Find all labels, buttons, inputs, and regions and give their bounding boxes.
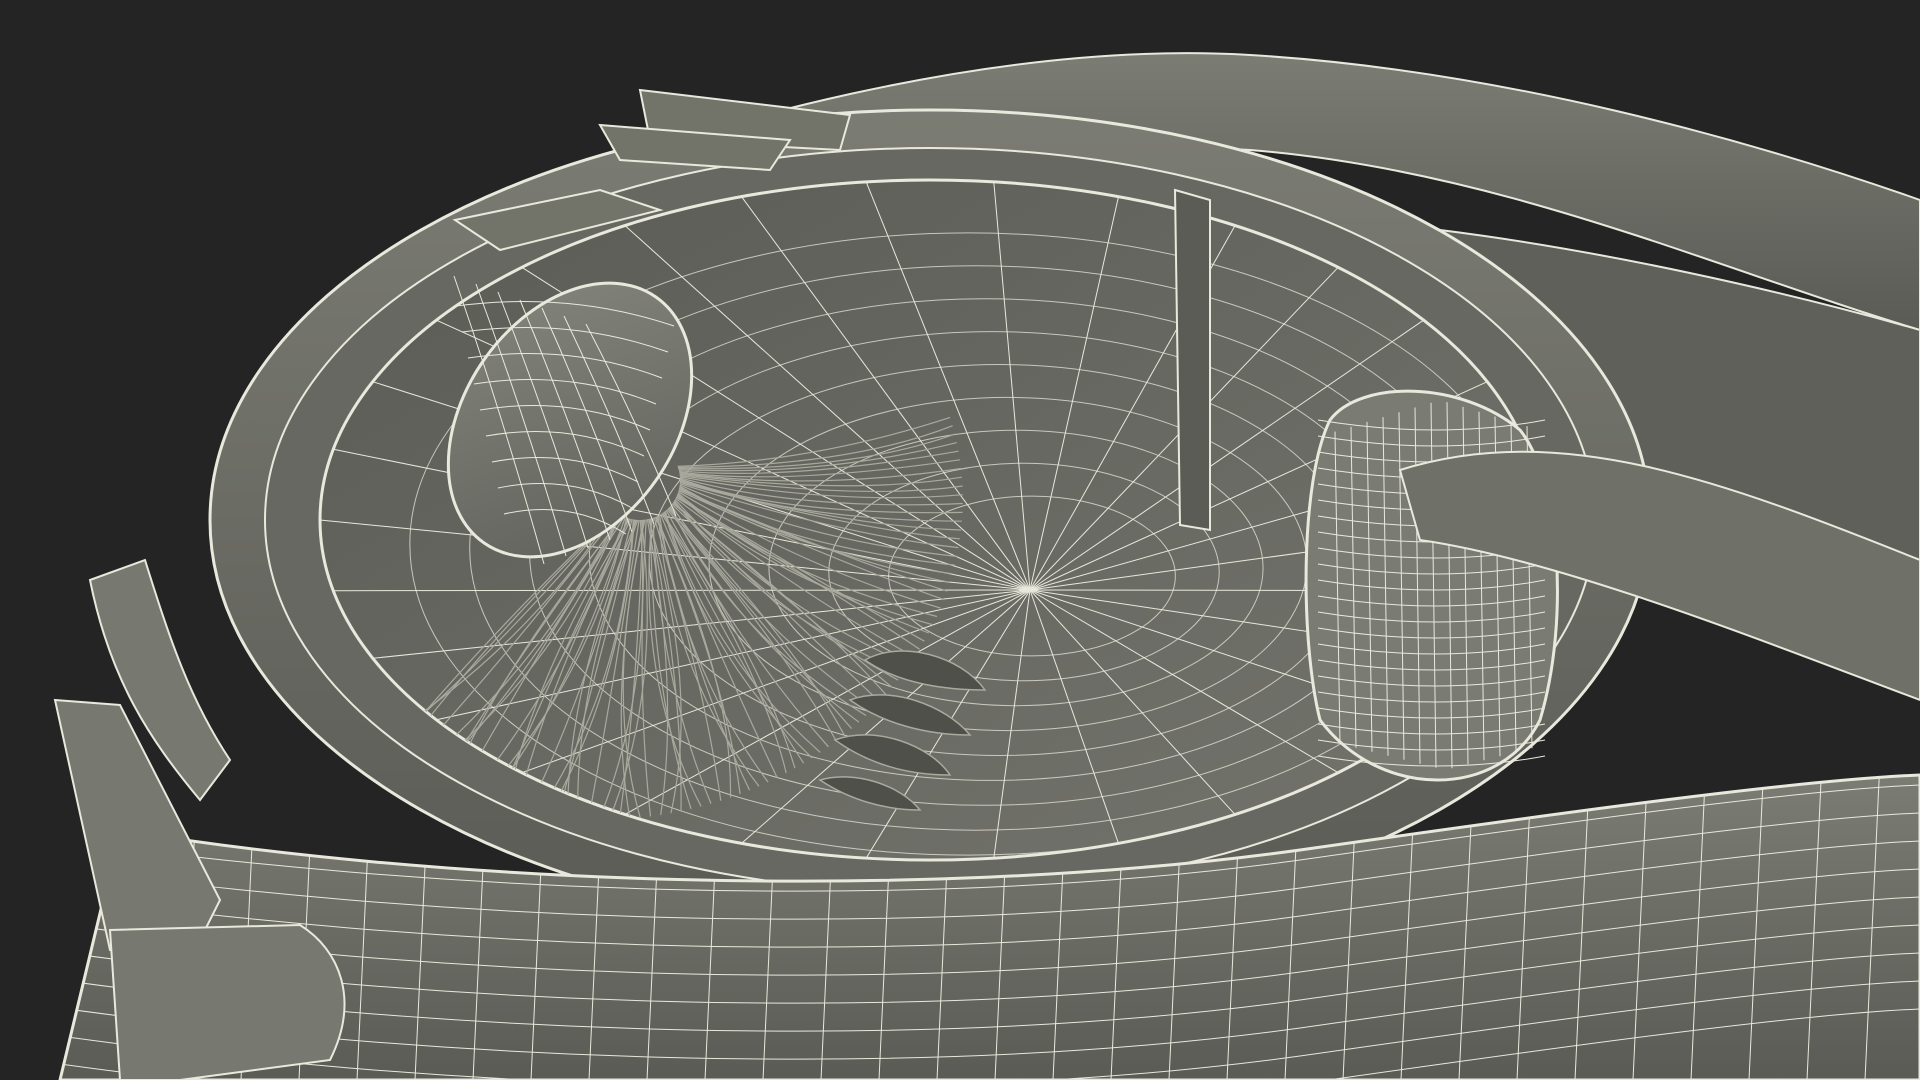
eye-model-render [0, 0, 1920, 1080]
section-cut-panel [1173, 188, 1211, 532]
render-viewport [0, 0, 1920, 1080]
bowl-grid-spoke [333, 589, 1031, 592]
